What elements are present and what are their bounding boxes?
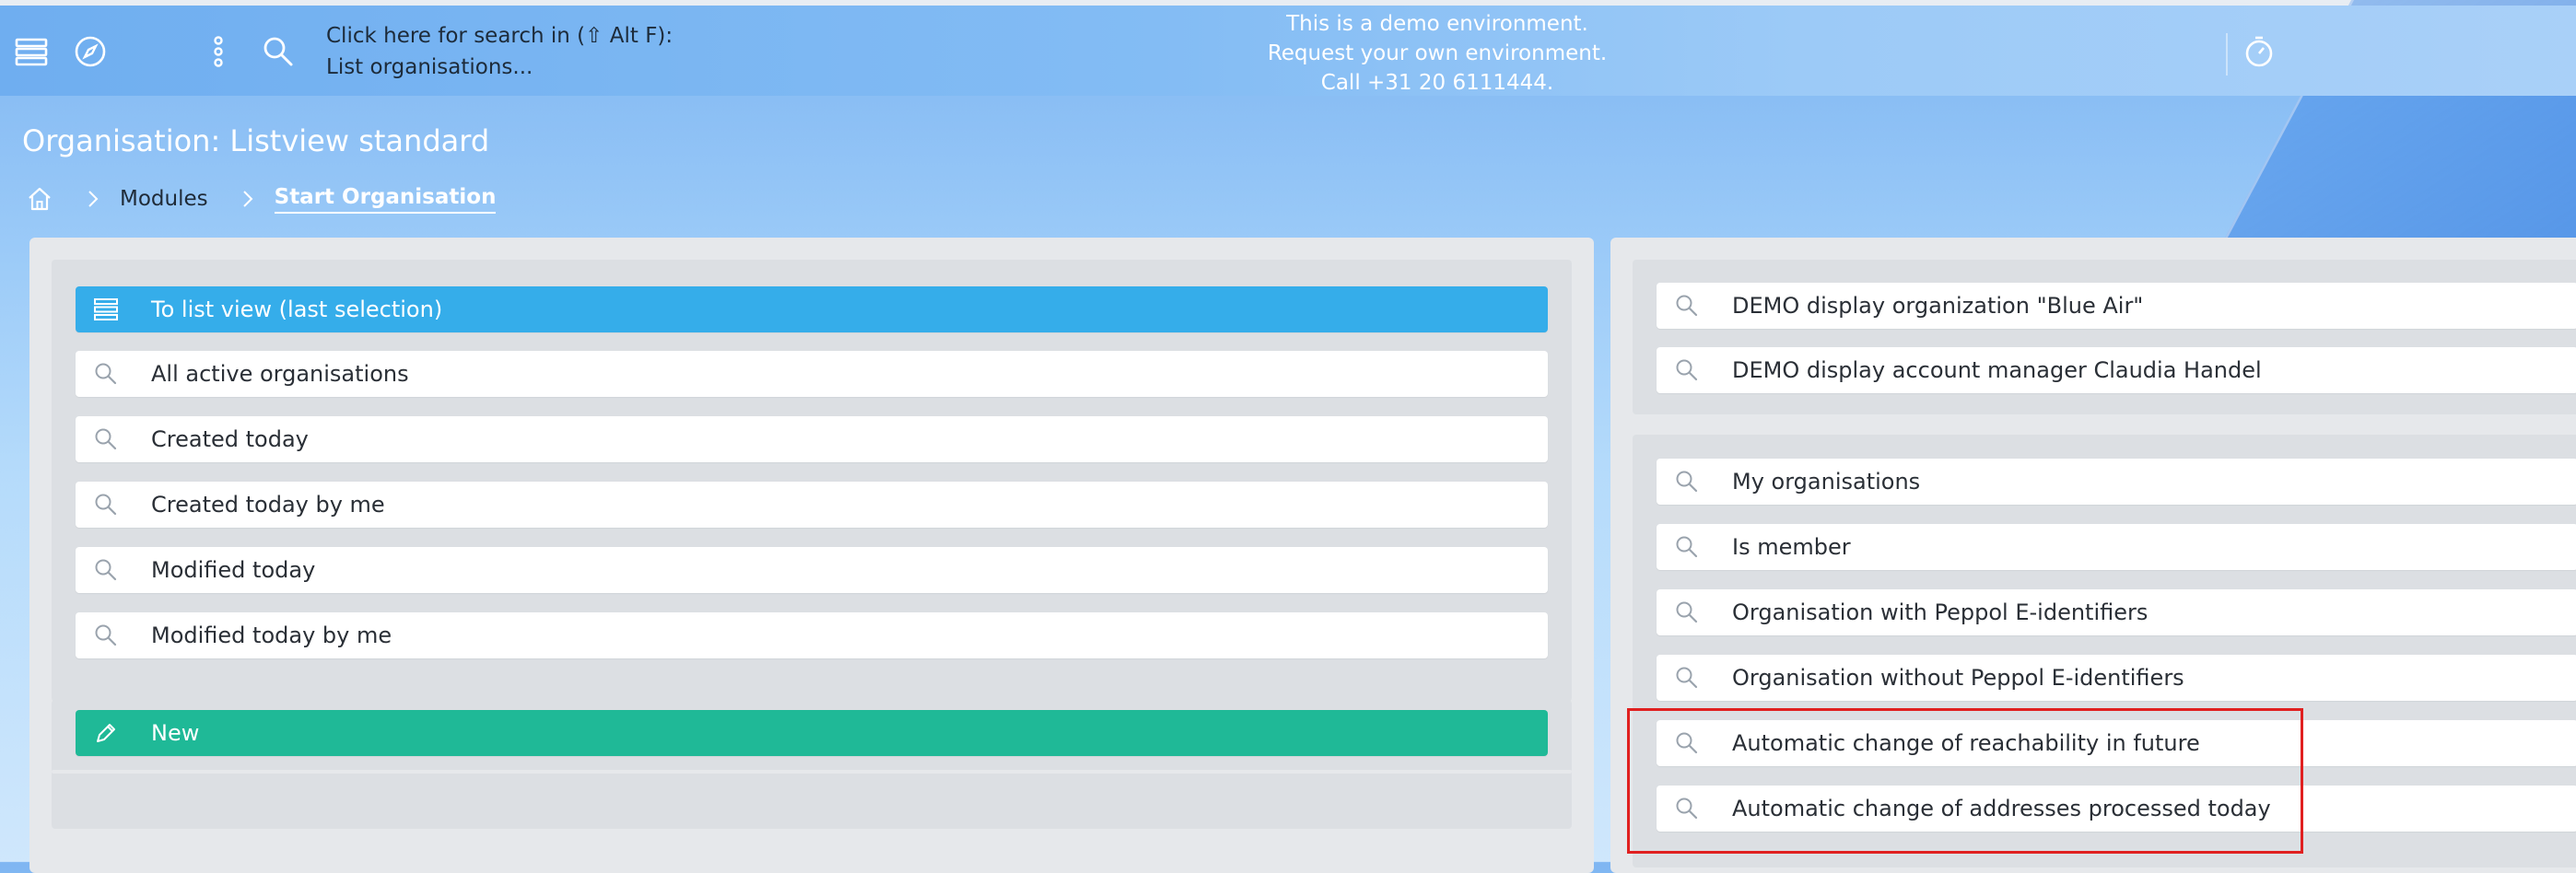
list-item[interactable]: Is member [1657, 524, 2576, 570]
breadcrumb-modules[interactable]: Modules [120, 187, 208, 211]
list-item-label: My organisations [1732, 469, 1921, 495]
timer-icon[interactable] [2241, 33, 2277, 70]
topbar-divider [2226, 33, 2228, 76]
list-item-label: DEMO display account manager Claudia Han… [1732, 357, 2262, 383]
list-item[interactable]: Created today by me [76, 482, 1548, 528]
list-item[interactable]: Organisation with Peppol E-identifiers [1657, 589, 2576, 635]
search-icon [1660, 294, 1714, 318]
demo-line1: This is a demo environment. [1286, 12, 1588, 36]
demo-environment-notice: This is a demo environment. Request your… [1198, 9, 1677, 98]
more-vertical-icon[interactable] [205, 33, 232, 70]
list-item-label: Modified today by me [151, 623, 392, 648]
list-item-label: DEMO display organization "Blue Air" [1732, 293, 2144, 319]
list-item[interactable]: DEMO display account manager Claudia Han… [1657, 347, 2576, 393]
list-item-label: Is member [1732, 534, 1851, 560]
search-icon [1660, 470, 1714, 494]
new-button[interactable]: New [76, 710, 1548, 756]
chevron-right-icon [87, 189, 100, 209]
breadcrumb-current[interactable]: Start Organisation [274, 185, 497, 214]
search-hint-line2: List organisations... [326, 55, 533, 79]
search-icon[interactable] [260, 33, 297, 70]
search-icon [1660, 358, 1714, 382]
list-item-label: Created today by me [151, 492, 385, 518]
top-bar: Click here for search in (⇧ Alt F): List… [0, 6, 2576, 96]
list-item[interactable]: Created today [76, 416, 1548, 462]
list-item-label: Modified today [151, 557, 316, 583]
search-icon [1660, 600, 1714, 624]
to-list-view-button[interactable]: To list view (last selection) [76, 286, 1548, 332]
demo-line2: Request your own environment. [1267, 41, 1608, 65]
list-item[interactable]: DEMO display organization "Blue Air" [1657, 283, 2576, 329]
new-label: New [151, 720, 200, 746]
search-icon [79, 427, 133, 451]
list-item[interactable]: Modified today by me [76, 612, 1548, 658]
to-list-view-label: To list view (last selection) [151, 297, 443, 322]
list-item-label: Organisation without Peppol E-identifier… [1732, 665, 2184, 691]
home-icon[interactable] [26, 185, 53, 213]
chevron-right-icon [241, 189, 254, 209]
card-gap [52, 770, 1572, 774]
page-title: Organisation: Listview standard [22, 123, 490, 158]
list-item[interactable]: All active organisations [76, 351, 1548, 397]
breadcrumb: Modules Start Organisation [26, 180, 497, 217]
menu-icon[interactable] [13, 33, 50, 70]
global-search-hint[interactable]: Click here for search in (⇧ Alt F): List… [326, 20, 713, 83]
search-hint-line1: Click here for search in (⇧ Alt F): [326, 24, 673, 48]
search-icon [1660, 535, 1714, 559]
demo-line3: Call +31 20 6111444. [1320, 71, 1554, 95]
search-icon [79, 623, 133, 647]
compass-icon[interactable] [72, 33, 109, 70]
pencil-icon [79, 721, 133, 745]
list-item[interactable]: Modified today [76, 547, 1548, 593]
list-icon [79, 297, 133, 321]
highlight-box [1627, 708, 2303, 854]
list-item-label: Created today [151, 426, 309, 452]
list-item-label: All active organisations [151, 361, 409, 387]
search-icon [1660, 666, 1714, 690]
search-icon [79, 362, 133, 386]
search-icon [79, 558, 133, 582]
list-item[interactable]: My organisations [1657, 459, 2576, 505]
list-item[interactable]: Organisation without Peppol E-identifier… [1657, 655, 2576, 701]
list-item-label: Organisation with Peppol E-identifiers [1732, 599, 2149, 625]
search-icon [79, 493, 133, 517]
